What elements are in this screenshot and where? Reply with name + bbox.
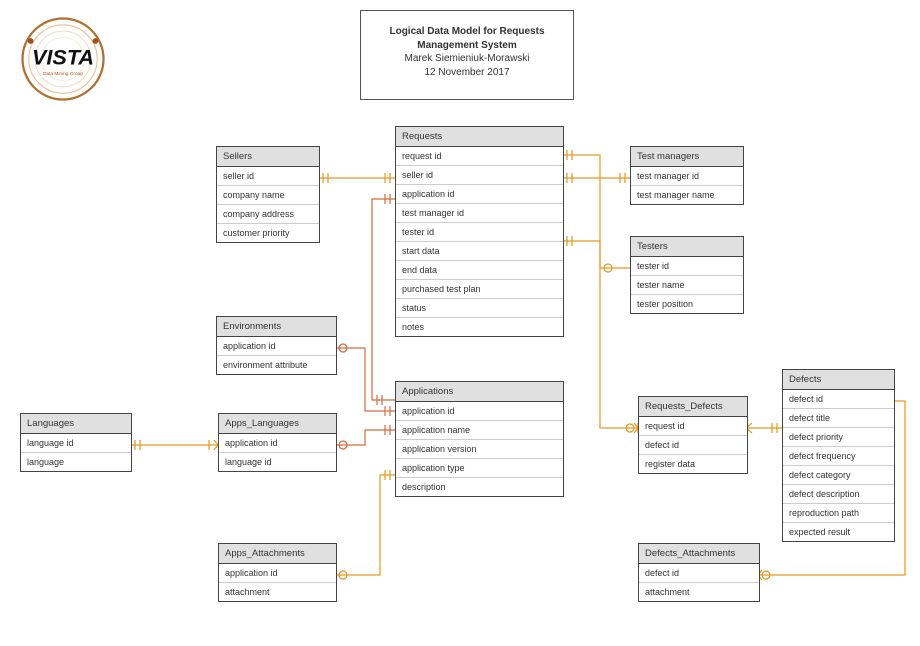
- entity-field: application name: [396, 421, 563, 440]
- entity-field: tester id: [631, 257, 743, 276]
- entity-field: seller id: [217, 167, 319, 186]
- entity-field: register data: [639, 455, 747, 473]
- entity-field: defect description: [783, 485, 894, 504]
- entity-field: application id: [219, 434, 336, 453]
- entity-field: test manager id: [631, 167, 743, 186]
- entity-header: Sellers: [217, 147, 319, 167]
- entity-field: expected result: [783, 523, 894, 541]
- entity-header: Applications: [396, 382, 563, 402]
- title-line2: Management System: [367, 39, 567, 53]
- entity-field: test manager name: [631, 186, 743, 204]
- entity-field: company name: [217, 186, 319, 205]
- entity-header: Requests_Defects: [639, 397, 747, 417]
- entity-field: request id: [639, 417, 747, 436]
- entity-testers: Testers tester id tester name tester pos…: [630, 236, 744, 314]
- entity-field: attachment: [219, 583, 336, 601]
- entity-field: environment attribute: [217, 356, 336, 374]
- entity-field: language id: [21, 434, 131, 453]
- entity-defects: Defects defect id defect title defect pr…: [782, 369, 895, 542]
- title-author: Marek Siemieniuk-Morawski: [367, 52, 567, 66]
- diagram-title-box: Logical Data Model for Requests Manageme…: [360, 10, 574, 100]
- entity-header: Environments: [217, 317, 336, 337]
- brand-logo: VISTA Data Mining Group: [18, 14, 108, 104]
- entity-field: defect title: [783, 409, 894, 428]
- entity-field: application version: [396, 440, 563, 459]
- entity-field: reproduction path: [783, 504, 894, 523]
- entity-field: application id: [217, 337, 336, 356]
- svg-text:VISTA: VISTA: [32, 44, 94, 69]
- entity-field: application id: [396, 402, 563, 421]
- entity-field: language: [21, 453, 131, 471]
- entity-header: Apps_Languages: [219, 414, 336, 434]
- entity-field: application type: [396, 459, 563, 478]
- entity-field: status: [396, 299, 563, 318]
- entity-field: tester name: [631, 276, 743, 295]
- entity-header: Requests: [396, 127, 563, 147]
- entity-apps-attachments: Apps_Attachments application id attachme…: [218, 543, 337, 602]
- entity-field: test manager id: [396, 204, 563, 223]
- entity-header: Defects: [783, 370, 894, 390]
- entity-field: tester position: [631, 295, 743, 313]
- entity-languages: Languages language id language: [20, 413, 132, 472]
- entity-field: defect id: [639, 436, 747, 455]
- entity-field: application id: [396, 185, 563, 204]
- entity-field: request id: [396, 147, 563, 166]
- entity-field: defect frequency: [783, 447, 894, 466]
- entity-field: tester id: [396, 223, 563, 242]
- entity-header: Test managers: [631, 147, 743, 167]
- entity-field: company address: [217, 205, 319, 224]
- entity-header: Apps_Attachments: [219, 544, 336, 564]
- entity-header: Languages: [21, 414, 131, 434]
- entity-field: end data: [396, 261, 563, 280]
- title-date: 12 November 2017: [367, 66, 567, 80]
- entity-field: purchased test plan: [396, 280, 563, 299]
- entity-environments: Environments application id environment …: [216, 316, 337, 375]
- entity-field: defect priority: [783, 428, 894, 447]
- entity-field: description: [396, 478, 563, 496]
- entity-field: start data: [396, 242, 563, 261]
- entity-header: Testers: [631, 237, 743, 257]
- entity-field: defect id: [639, 564, 759, 583]
- entity-sellers: Sellers seller id company name company a…: [216, 146, 320, 243]
- entity-field: customer priority: [217, 224, 319, 242]
- entity-defects-attachments: Defects_Attachments defect id attachment: [638, 543, 760, 602]
- entity-test-managers: Test managers test manager id test manag…: [630, 146, 744, 205]
- entity-header: Defects_Attachments: [639, 544, 759, 564]
- entity-field: defect category: [783, 466, 894, 485]
- entity-requests-defects: Requests_Defects request id defect id re…: [638, 396, 748, 474]
- logo-subtext: Data Mining Group: [43, 71, 83, 77]
- entity-field: seller id: [396, 166, 563, 185]
- entity-field: attachment: [639, 583, 759, 601]
- title-line1: Logical Data Model for Requests: [367, 25, 567, 39]
- entity-field: notes: [396, 318, 563, 336]
- entity-field: application id: [219, 564, 336, 583]
- entity-field: language id: [219, 453, 336, 471]
- entity-requests: Requests request id seller id applicatio…: [395, 126, 564, 337]
- entity-apps-languages: Apps_Languages application id language i…: [218, 413, 337, 472]
- entity-field: defect id: [783, 390, 894, 409]
- entity-applications: Applications application id application …: [395, 381, 564, 497]
